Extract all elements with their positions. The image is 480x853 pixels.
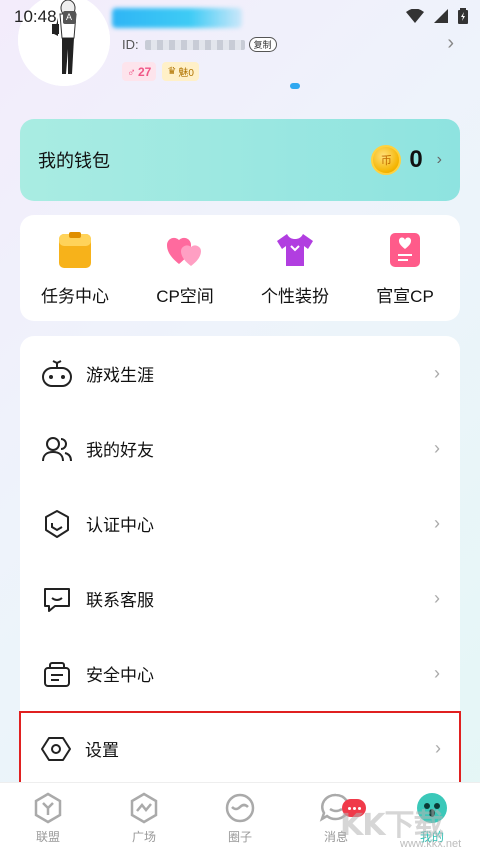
quick-actions: 任务中心 CP空间 个性装扮 官宣CP [20,215,460,321]
profile-badges: ♂ 27 ♛ 魅0 [122,62,199,81]
menu-item-customer-service[interactable]: 联系客服 › [20,561,460,636]
announce-icon [390,232,420,267]
tab-alliance[interactable]: 联盟 [8,791,88,845]
tab-label: 广场 [131,830,156,844]
status-icons [406,8,468,24]
coin-icon: 币 [371,145,402,175]
menu-list: 游戏生涯 › 我的好友 › 认证中心 › 联系客服 › 安全中心 › 设置 › [19,336,461,786]
menu-item-game-career[interactable]: 游戏生涯 › [20,336,460,411]
chevron-right-icon: › [435,738,441,758]
chevron-right-icon: › [436,151,442,168]
wallet-value: 0 [409,146,423,173]
circle-icon [225,793,255,823]
chevron-right-icon: › [434,438,440,458]
chevron-right-icon: › [434,588,440,608]
copy-id-button[interactable]: 复制 [248,37,277,52]
quick-label: 个性装扮 [261,286,329,306]
menu-item-security[interactable]: 安全中心 › [20,636,460,711]
crown-icon: ♛ [167,66,177,77]
chevron-right-icon: › [434,363,440,383]
tshirt-icon [277,233,313,266]
likes-count: 27 [138,64,152,79]
chevron-right-icon: › [434,663,440,683]
quick-label: CP空间 [156,286,214,306]
lock-icon [40,657,74,691]
friends-icon [40,432,74,466]
menu-label: 游戏生涯 [86,366,154,385]
like-icon: ♂ [127,64,136,79]
menu-label: 设置 [85,741,119,760]
battery-icon [458,8,468,24]
tab-label: 联盟 [35,830,60,844]
charm-badge: ♛ 魅0 [162,62,199,81]
menu-label: 认证中心 [86,516,154,535]
shield-icon [40,507,74,541]
profile-chevron-icon[interactable]: › [447,32,454,55]
menu-label: 联系客服 [86,591,154,610]
quick-announce-cp[interactable]: 官宣CP [355,230,455,307]
tab-circle[interactable]: 圈子 [200,791,280,845]
wallet-title: 我的钱包 [38,151,110,171]
alliance-icon [34,792,62,824]
signal-icon [434,9,448,23]
plaza-icon [130,792,158,824]
menu-label: 安全中心 [86,666,154,685]
quick-dress-up[interactable]: 个性装扮 [245,230,345,307]
menu-item-friends[interactable]: 我的好友 › [20,411,460,486]
tab-plaza[interactable]: 广场 [104,791,184,845]
wallet-balance: 币 0 › [371,145,442,175]
menu-item-settings[interactable]: 设置 › [19,711,461,786]
quick-task-center[interactable]: 任务中心 [25,230,125,307]
chat-icon [40,582,74,616]
watermark-url: www.kkx.net [400,838,462,850]
id-redacted [144,39,245,50]
wallet-card[interactable]: 我的钱包 币 0 › [20,119,460,201]
user-id-row: ID: 复制 [122,37,277,52]
status-notification-badge: A [62,10,76,24]
quick-label: 任务中心 [41,286,109,306]
menu-label: 我的好友 [86,441,154,460]
quick-cp-space[interactable]: CP空间 [135,230,235,307]
task-icon [59,231,91,268]
hearts-icon [166,237,201,266]
quick-label: 官宣CP [376,286,434,306]
chevron-right-icon: › [434,513,440,533]
status-bar: 10:48 A [0,0,480,34]
charm-value: 魅0 [178,68,194,79]
tab-label: 圈子 [227,830,252,844]
id-label: ID: [122,37,139,52]
wifi-icon [406,9,424,23]
likes-badge: ♂ 27 [122,62,157,81]
settings-icon [39,732,73,766]
menu-item-verification[interactable]: 认证中心 › [20,486,460,561]
gamepad-icon [40,357,74,391]
decorative-dot [290,83,300,89]
status-time: 10:48 [14,7,57,26]
